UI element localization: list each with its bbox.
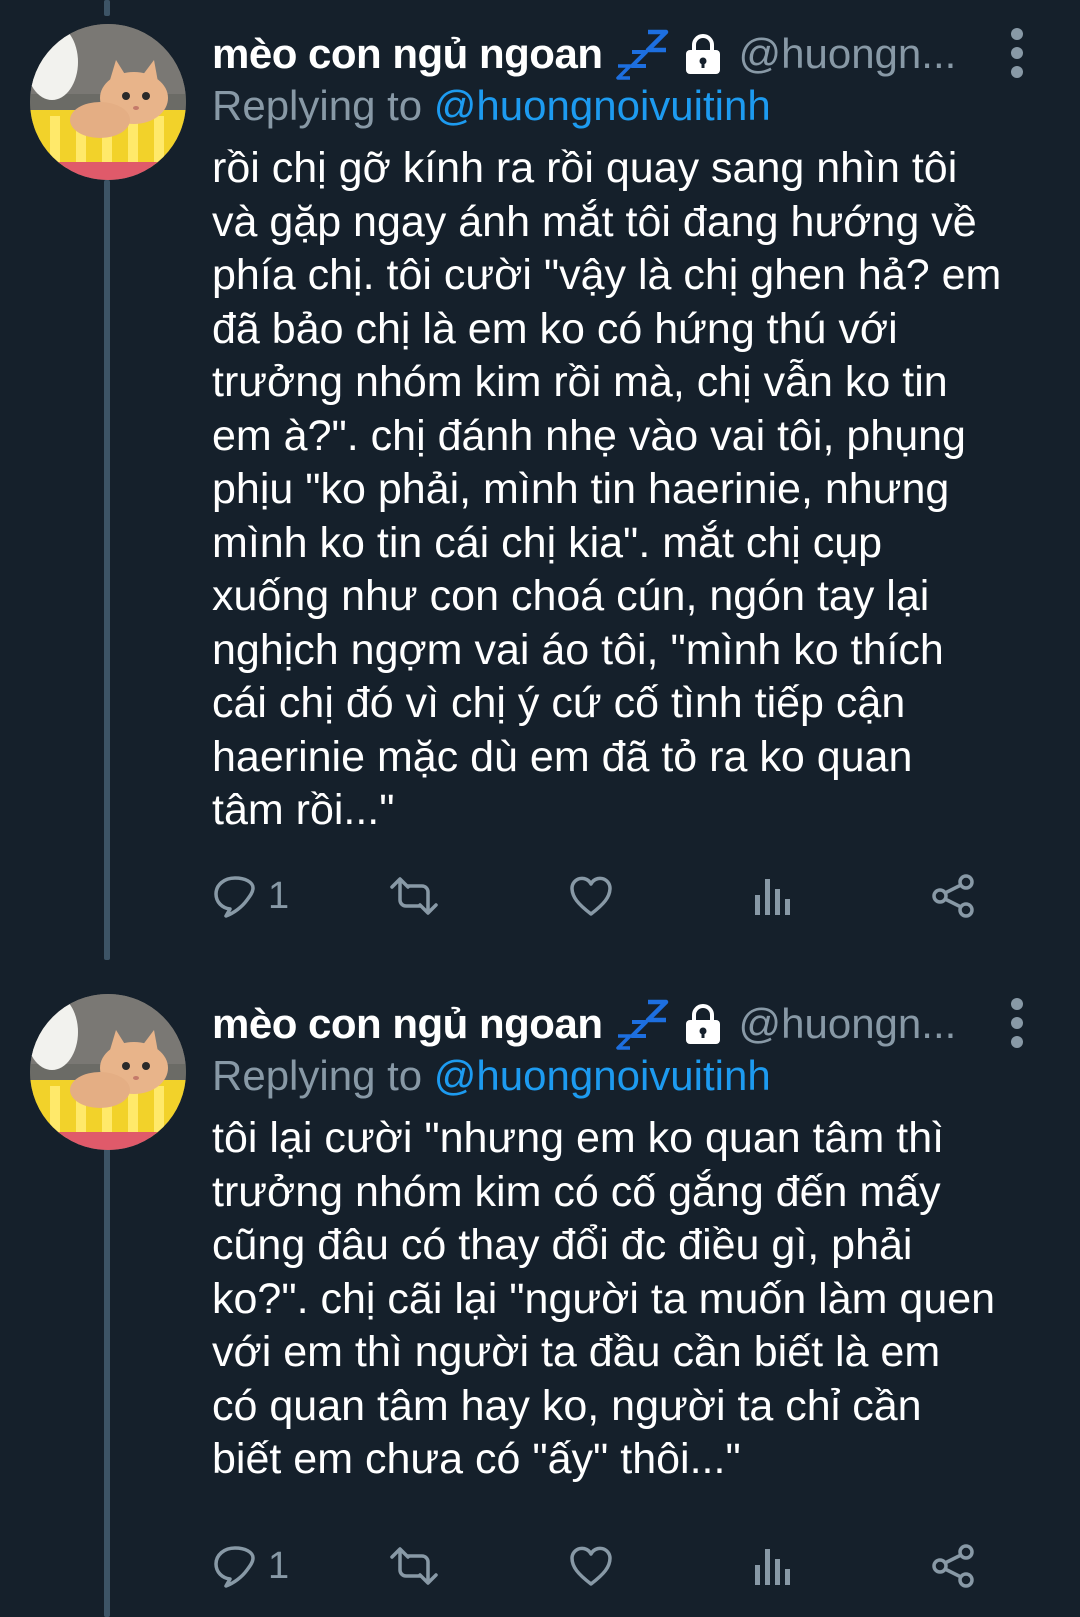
more-vertical-icon[interactable] bbox=[1010, 28, 1024, 78]
heart-icon bbox=[568, 873, 614, 919]
tweet[interactable]: mèo con ngủ ngoan @huongn... Replying to… bbox=[0, 994, 1080, 1594]
avatar[interactable] bbox=[30, 994, 186, 1150]
tweet-text-line: haerinie mặc dù em đã tỏ ra ko quan bbox=[212, 732, 913, 781]
replying-handle-link[interactable]: @huongnoivuitinh bbox=[434, 1052, 771, 1099]
tweet-text-line: nghịch ngợm vai áo tôi, "mình ko thích bbox=[212, 625, 944, 674]
tweet-text-line: tâm rồi..." bbox=[212, 786, 395, 834]
reply-count: 1 bbox=[268, 874, 290, 917]
handle[interactable]: @huongn... bbox=[738, 1000, 956, 1048]
lock-icon bbox=[680, 1001, 726, 1047]
tweet-text-line: em à?". chị đánh nhẹ vào vai tôi, phụng bbox=[212, 411, 966, 460]
tweet-actions: 1 bbox=[212, 1536, 1012, 1596]
tweet-text-line: ko?". chị cãi lại "người ta muốn làm que… bbox=[212, 1274, 996, 1323]
retweet-button[interactable] bbox=[388, 866, 440, 926]
tweet-text-line: cũng đâu có thay đổi đc điều gì, phải bbox=[212, 1221, 913, 1269]
display-name[interactable]: mèo con ngủ ngoan bbox=[212, 1000, 603, 1048]
reply-icon bbox=[212, 873, 258, 919]
share-button[interactable] bbox=[930, 866, 976, 926]
tweet-text-line: tôi lại cười "nhưng em ko quan tâm thì bbox=[212, 1114, 945, 1162]
zzz-icon bbox=[614, 996, 670, 1052]
tweet-text-line: trưởng nhóm kim rồi mà, chị vẫn ko tin bbox=[212, 358, 948, 406]
retweet-button[interactable] bbox=[388, 1536, 440, 1596]
tweet-text-line: phía chị. tôi cười "vậy là chị ghen hả? … bbox=[212, 251, 1002, 299]
tweet-text-line: xuống như con choá cún, ngón tay lại bbox=[212, 572, 930, 620]
share-button[interactable] bbox=[930, 1536, 976, 1596]
reply-count: 1 bbox=[268, 1544, 290, 1587]
reply-button[interactable]: 1 bbox=[212, 1536, 289, 1596]
tweet-text-line: và gặp ngay ánh mắt tôi đang hướng về bbox=[212, 197, 977, 246]
lock-icon bbox=[680, 31, 726, 77]
more-vertical-icon[interactable] bbox=[1010, 998, 1024, 1048]
analytics-icon bbox=[752, 873, 792, 919]
analytics-button[interactable] bbox=[752, 866, 792, 926]
replying-to: Replying to @huongnoivuitinh bbox=[212, 1052, 771, 1100]
analytics-icon bbox=[752, 1543, 792, 1589]
zzz-icon bbox=[614, 26, 670, 82]
share-icon bbox=[930, 873, 976, 919]
replying-label: Replying to bbox=[212, 1052, 423, 1099]
retweet-icon bbox=[388, 1543, 440, 1589]
replying-label: Replying to bbox=[212, 82, 423, 129]
tweet-text-line: mình ko tin cái chị kia". mắt chị cụp bbox=[212, 518, 883, 567]
reply-icon bbox=[212, 1543, 258, 1589]
tweet-text-line: đã bảo chị là em ko có hứng thú với bbox=[212, 304, 898, 353]
thread-line-top bbox=[104, 0, 110, 16]
share-icon bbox=[930, 1543, 976, 1589]
replying-handle-link[interactable]: @huongnoivuitinh bbox=[434, 82, 771, 129]
reply-button[interactable]: 1 bbox=[212, 866, 289, 926]
avatar[interactable] bbox=[30, 24, 186, 180]
tweet-text: rồi chị gỡ kính ra rồi quay sang nhìn tô… bbox=[212, 142, 1042, 838]
like-button[interactable] bbox=[568, 1536, 614, 1596]
handle[interactable]: @huongn... bbox=[738, 30, 956, 78]
tweet-text-line: biết em chưa có "ấy" thôi..." bbox=[212, 1435, 741, 1483]
tweet-header: mèo con ngủ ngoan @huongn... bbox=[212, 994, 1080, 1054]
tweet-text-line: với em thì người ta đầu cần biết là em bbox=[212, 1328, 941, 1376]
tweet-text-line: cái chị đó vì chị ý cứ cố tình tiếp cận bbox=[212, 679, 906, 727]
heart-icon bbox=[568, 1543, 614, 1589]
tweet-text-line: phịu "ko phải, mình tin haerinie, nhưng bbox=[212, 465, 950, 513]
tweet-text-line: rồi chị gỡ kính ra rồi quay sang nhìn tô… bbox=[212, 144, 958, 192]
retweet-icon bbox=[388, 873, 440, 919]
replying-to: Replying to @huongnoivuitinh bbox=[212, 82, 771, 130]
tweet-text-line: trưởng nhóm kim có cố gắng đến mấy bbox=[212, 1167, 941, 1216]
like-button[interactable] bbox=[568, 866, 614, 926]
analytics-button[interactable] bbox=[752, 1536, 792, 1596]
display-name[interactable]: mèo con ngủ ngoan bbox=[212, 30, 603, 78]
tweet-header: mèo con ngủ ngoan @huongn... bbox=[212, 24, 1080, 84]
tweet[interactable]: mèo con ngủ ngoan @huongn... Replying to… bbox=[0, 24, 1080, 934]
tweet-text-line: có quan tâm hay ko, người ta chỉ cần bbox=[212, 1381, 922, 1430]
tweet-actions: 1 bbox=[212, 866, 1012, 926]
tweet-text: tôi lại cười "nhưng em ko quan tâm thì t… bbox=[212, 1112, 1042, 1487]
